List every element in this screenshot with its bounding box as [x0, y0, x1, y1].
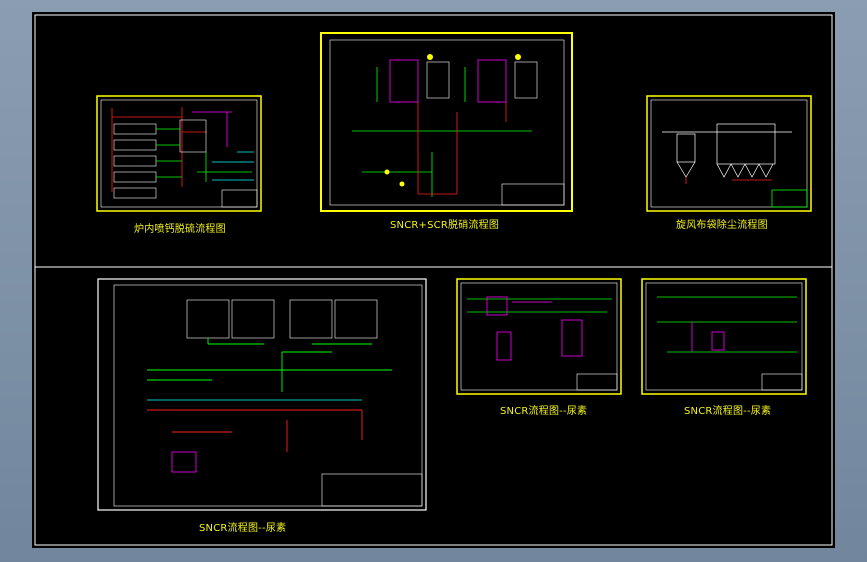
caption-sncr-urea-right: SNCR流程图--尿素: [684, 406, 772, 417]
caption-sncr-scr: SNCR+SCR脱硝流程图: [390, 220, 500, 231]
sheet-sncr-urea-right[interactable]: [641, 278, 807, 395]
cad-model-space[interactable]: 炉内喷钙脱硫流程图 SNCR+SCR脱硝流程图 旋风布袋除尘流程图 SNCR流程…: [32, 12, 835, 548]
viewport-frame: 炉内喷钙脱硫流程图 SNCR+SCR脱硝流程图 旋风布袋除尘流程图 SNCR流程…: [0, 0, 867, 562]
sheet-sncr-urea-large[interactable]: [97, 278, 427, 511]
sheet-cyclone-baghouse[interactable]: [646, 95, 812, 212]
sheet-furnace-desulfurization[interactable]: [96, 95, 262, 212]
caption-sncr-urea-large: SNCR流程图--尿素: [199, 523, 287, 534]
outer-border: [34, 14, 833, 546]
caption-sncr-urea-mid: SNCR流程图--尿素: [500, 406, 588, 417]
drawing-layout: [34, 14, 833, 546]
sheet-sncr-scr[interactable]: [320, 32, 573, 212]
sheet-sncr-urea-mid[interactable]: [456, 278, 622, 395]
caption-furnace-desulfurization: 炉内喷钙脱硫流程图: [134, 224, 226, 235]
caption-cyclone-baghouse: 旋风布袋除尘流程图: [676, 220, 768, 231]
